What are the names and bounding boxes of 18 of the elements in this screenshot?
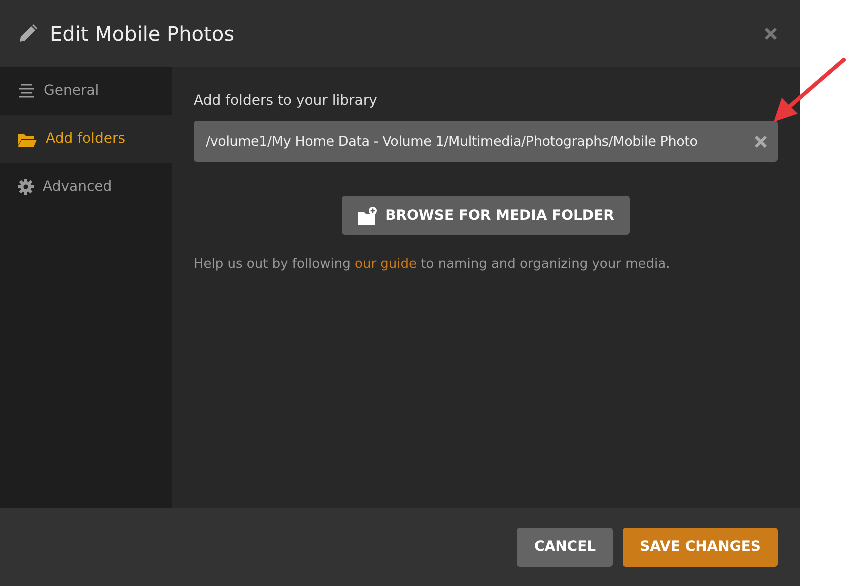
save-button[interactable]: SAVE CHANGES (623, 528, 778, 566)
folder-add-icon (358, 206, 378, 224)
sidebar-item[interactable]: Advanced (0, 163, 172, 211)
folder-path-field[interactable]: /volume1/My Home Data - Volume 1/Multimedia/Photographs/Mobile Photo (194, 121, 778, 162)
sidebar-item[interactable]: Add folders (0, 115, 172, 163)
help-text: Help us out by following our guide to naming and organizing your media. (194, 257, 672, 272)
folder-icon (18, 132, 37, 146)
close-icon (764, 26, 778, 40)
browse-button[interactable]: BROWSE FOR MEDIA FOLDER (342, 196, 630, 235)
pencil-icon (18, 24, 38, 44)
sidebar-item[interactable]: General (0, 67, 172, 115)
cancel-button[interactable]: CANCEL (517, 528, 614, 566)
menu-lines-icon (18, 84, 35, 98)
dialog-title: Edit Mobile Photos (50, 22, 236, 46)
gear-icon (18, 179, 34, 195)
section-heading: Add folders to your library (194, 93, 378, 109)
guide-link[interactable]: our guide (355, 257, 418, 272)
clear-icon[interactable] (754, 134, 768, 148)
